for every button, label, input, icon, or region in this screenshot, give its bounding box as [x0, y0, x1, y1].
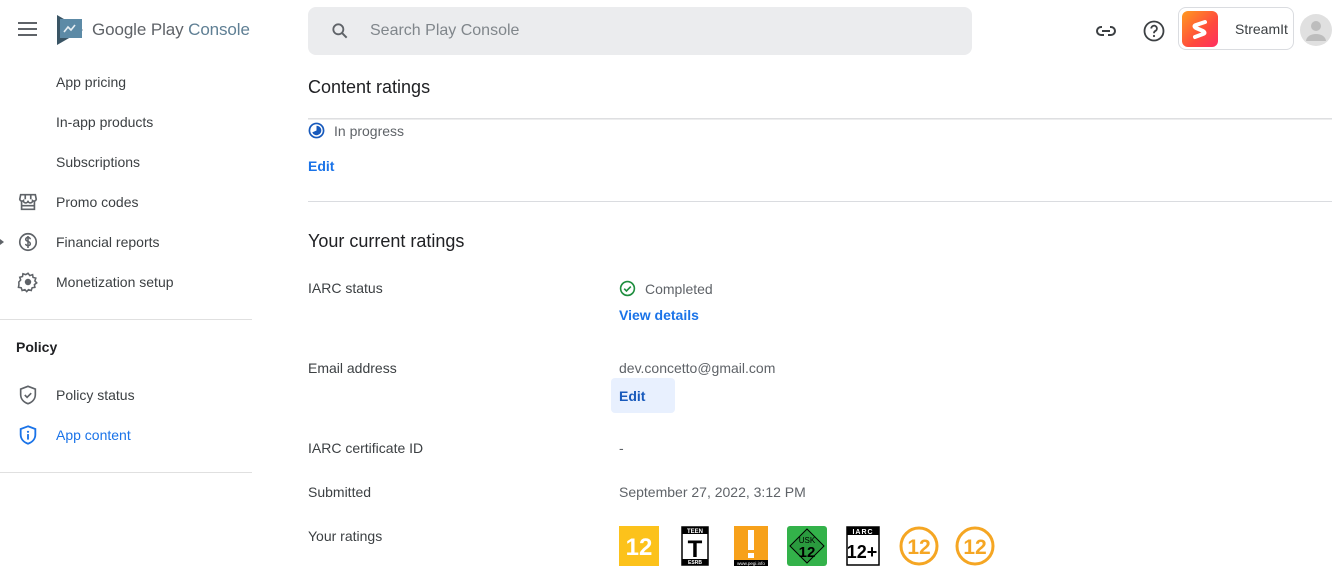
badge-text: 12 — [626, 534, 653, 561]
sidebar-divider — [0, 472, 252, 473]
status-badge: In progress — [308, 122, 404, 139]
gear-icon — [17, 272, 38, 293]
page-title: Content ratings — [308, 77, 431, 97]
badge-text: ESRB — [688, 560, 702, 566]
link-icon[interactable] — [1094, 19, 1118, 43]
search-icon — [332, 23, 348, 39]
sidebar-item-promo-codes[interactable]: Promo codes — [0, 182, 252, 222]
header-shadow — [308, 118, 1332, 120]
email-value: dev.concetto@gmail.com — [619, 360, 776, 376]
sidebar-divider — [0, 319, 252, 320]
search-input[interactable] — [370, 22, 930, 40]
sidebar-item-app-content[interactable]: App content — [0, 415, 252, 455]
view-details-link[interactable]: View details — [619, 307, 699, 323]
rating-12-badge: 12 — [899, 526, 939, 566]
help-icon[interactable] — [1142, 19, 1166, 43]
app-name: StreamIt — [1235, 20, 1288, 37]
iarc-status-text: Completed — [645, 280, 713, 297]
badge-text: 12 — [907, 536, 930, 559]
section-divider — [308, 201, 1332, 202]
pegi-badge: www.pegi.info — [734, 526, 768, 566]
edit-email-button[interactable]: Edit — [611, 378, 675, 413]
search-bar[interactable] — [308, 7, 972, 55]
ratings-label: Your ratings — [308, 528, 383, 544]
logo-text: Google Play Console — [92, 20, 250, 39]
app-icon — [1182, 10, 1218, 47]
sidebar-item-in-app-products[interactable]: In-app products — [0, 102, 252, 142]
sidebar-item-label: Subscriptions — [56, 154, 141, 170]
edit-questionnaire-link[interactable]: Edit — [308, 158, 334, 174]
sidebar-item-monetization-setup[interactable]: Monetization setup — [0, 262, 252, 302]
menu-icon[interactable] — [18, 22, 38, 40]
play-console-logo-icon — [57, 15, 83, 45]
sidebar-item-label: Policy status — [56, 387, 135, 403]
sidebar-item-financial-reports[interactable]: Financial reports — [0, 222, 252, 262]
iarc-status-value: Completed — [619, 280, 713, 297]
badge-text: IARC — [852, 529, 873, 536]
certificate-value: - — [619, 440, 624, 456]
section-title: Your current ratings — [308, 231, 465, 251]
sidebar-item-label: App content — [56, 427, 131, 443]
sidebar-item-subscriptions[interactable]: Subscriptions — [0, 142, 252, 182]
certificate-label: IARC certificate ID — [308, 440, 424, 456]
esrb-teen-badge: TEEN T ESRB — [681, 526, 709, 566]
sidebar-item-label: App pricing — [56, 74, 127, 90]
sidebar-section-policy: Policy — [16, 339, 58, 355]
sidebar-item-app-pricing[interactable]: App pricing — [0, 62, 252, 102]
usk-12-badge: USK 12 — [787, 526, 827, 566]
storefront-icon — [18, 193, 38, 211]
sidebar-item-label: Promo codes — [56, 194, 139, 210]
check-circle-icon — [619, 280, 636, 297]
rating-12-badge: 12 — [955, 526, 995, 566]
account-avatar[interactable] — [1300, 14, 1332, 46]
badge-text: TEEN — [687, 529, 703, 535]
badge-text: 12+ — [847, 542, 878, 562]
submitted-label: Submitted — [308, 484, 372, 500]
email-label: Email address — [308, 360, 397, 376]
classind-12-badge: 12 — [619, 526, 659, 566]
status-text: In progress — [334, 122, 405, 139]
shield-info-icon — [19, 425, 37, 445]
badge-text: T — [688, 536, 703, 563]
play-console-logo[interactable]: Google Play Console — [56, 14, 250, 46]
in-progress-icon — [308, 122, 325, 139]
badge-text: 12 — [799, 544, 816, 561]
shield-check-icon — [19, 385, 37, 405]
iarc-12plus-badge: IARC 12+ — [846, 526, 880, 566]
iarc-status-label: IARC status — [308, 280, 383, 296]
submitted-value: September 27, 2022, 3:12 PM — [619, 484, 806, 500]
app-switcher[interactable]: StreamIt — [1178, 7, 1294, 50]
dollar-circle-icon — [18, 232, 38, 252]
sidebar-item-label: Financial reports — [56, 234, 160, 250]
sidebar-item-policy-status[interactable]: Policy status — [0, 375, 252, 415]
sidebar-item-label: Monetization setup — [56, 274, 174, 290]
badge-text: 12 — [963, 536, 986, 559]
sidebar-item-label: In-app products — [56, 114, 154, 130]
badge-text: www.pegi.info — [737, 561, 765, 566]
